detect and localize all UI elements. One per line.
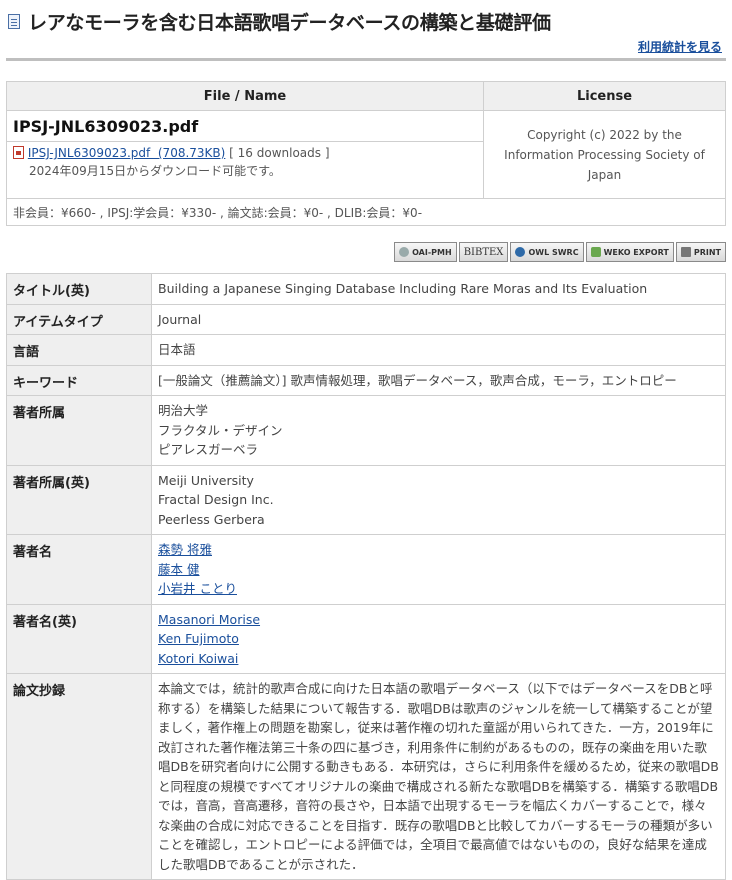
- affiliation-en-item: Peerless Gerbera: [158, 511, 265, 527]
- document-icon: [8, 14, 20, 29]
- file-name-header: File / Name: [6, 81, 484, 111]
- license-header: License: [483, 81, 726, 111]
- page-header: レアなモーラを含む日本語歌唱データベースの構築と基礎評価: [8, 6, 724, 40]
- price-info: 非会員：¥660- , IPSJ:学会員：¥330- , 論文誌:会員：¥0- …: [6, 198, 726, 226]
- export-toolbar: OAI-PMH BIBTEX OWL SWRC WEKO EXPORT PRIN…: [394, 242, 726, 264]
- weko-icon: [590, 247, 601, 257]
- affiliation-item: ピアレスガーベラ: [158, 442, 259, 457]
- title-en-value: Building a Japanese Singing Database Inc…: [151, 273, 726, 305]
- keywords-value: [一般論文（推薦論文）] 歌声情報処理，歌唱データベース，歌声合成，モーラ，エン…: [151, 364, 726, 396]
- divider: [6, 58, 726, 61]
- author-link[interactable]: 小岩井 ことり: [158, 579, 719, 599]
- affiliation-en-item: Meiji University: [158, 472, 254, 488]
- author-en-link[interactable]: Kotori Koiwai: [158, 649, 719, 669]
- file-name: IPSJ-JNL6309023.pdf: [6, 110, 484, 142]
- author-link[interactable]: 森勢 将雅: [158, 540, 719, 560]
- author-en-link[interactable]: Masanori Morise: [158, 610, 719, 630]
- usage-stats-link[interactable]: 利用統計を見る: [638, 38, 722, 55]
- pdf-download-link[interactable]: IPSJ-JNL6309023.pdf (708.73KB): [28, 146, 226, 160]
- affiliation-en-label: 著者所属(英): [6, 464, 152, 535]
- keywords-label: キーワード: [6, 364, 152, 396]
- affiliation-label: 著者所属: [6, 395, 152, 466]
- license-text: Copyright (c) 2022 by the Information Pr…: [483, 110, 726, 199]
- affiliation-en-item: Fractal Design Inc.: [158, 492, 274, 507]
- oai-icon: [399, 247, 410, 257]
- abstract-text: 本論文では，統計的歌声合成に向けた日本語の歌唱データベース（以下ではデータベース…: [151, 673, 726, 880]
- metadata-table: タイトル(英) Building a Japanese Singing Data…: [6, 273, 726, 880]
- file-table: File / Name License IPSJ-JNL6309023.pdf …: [6, 81, 726, 226]
- title-en-label: タイトル(英): [6, 273, 152, 305]
- printer-icon: [680, 247, 691, 257]
- item-type-label: アイテムタイプ: [6, 303, 152, 335]
- author-en-link[interactable]: Ken Fujimoto: [158, 629, 719, 649]
- affiliation-en-list: Meiji University Fractal Design Inc. Pee…: [151, 464, 726, 535]
- print-button[interactable]: PRINT: [675, 242, 726, 262]
- bibtex-button[interactable]: BIBTEX: [458, 242, 509, 262]
- page-title: レアなモーラを含む日本語歌唱データベースの構築と基礎評価: [28, 12, 551, 34]
- affiliation-item: 明治大学: [158, 403, 209, 418]
- item-type-value: Journal: [151, 303, 726, 335]
- availability-note: 2024年09月15日からダウンロード可能です。: [29, 164, 281, 178]
- oai-pmh-button[interactable]: OAI-PMH: [394, 242, 457, 262]
- affiliation-item: フラクタル・デザイン: [158, 422, 283, 438]
- author-link[interactable]: 藤本 健: [158, 560, 719, 580]
- language-value: 日本語: [151, 334, 726, 366]
- authors-label: 著者名: [6, 534, 152, 605]
- affiliation-list: 明治大学 フラクタル・デザイン ピアレスガーベラ: [151, 395, 726, 466]
- download-cell: IPSJ-JNL6309023.pdf (708.73KB) [ 16 down…: [6, 141, 484, 199]
- weko-export-button[interactable]: WEKO EXPORT: [585, 242, 674, 262]
- download-count: [ 16 downloads ]: [229, 146, 330, 160]
- abstract-label: 論文抄録: [6, 673, 152, 880]
- authors-en-label: 著者名(英): [6, 603, 152, 674]
- owl-swrc-button[interactable]: OWL SWRC: [510, 242, 584, 262]
- language-label: 言語: [6, 334, 152, 366]
- pdf-icon: [13, 146, 24, 159]
- share-icon: [515, 247, 526, 257]
- authors-en-list: Masanori Morise Ken Fujimoto Kotori Koiw…: [151, 603, 726, 674]
- authors-list: 森勢 将雅 藤本 健 小岩井 ことり: [151, 534, 726, 605]
